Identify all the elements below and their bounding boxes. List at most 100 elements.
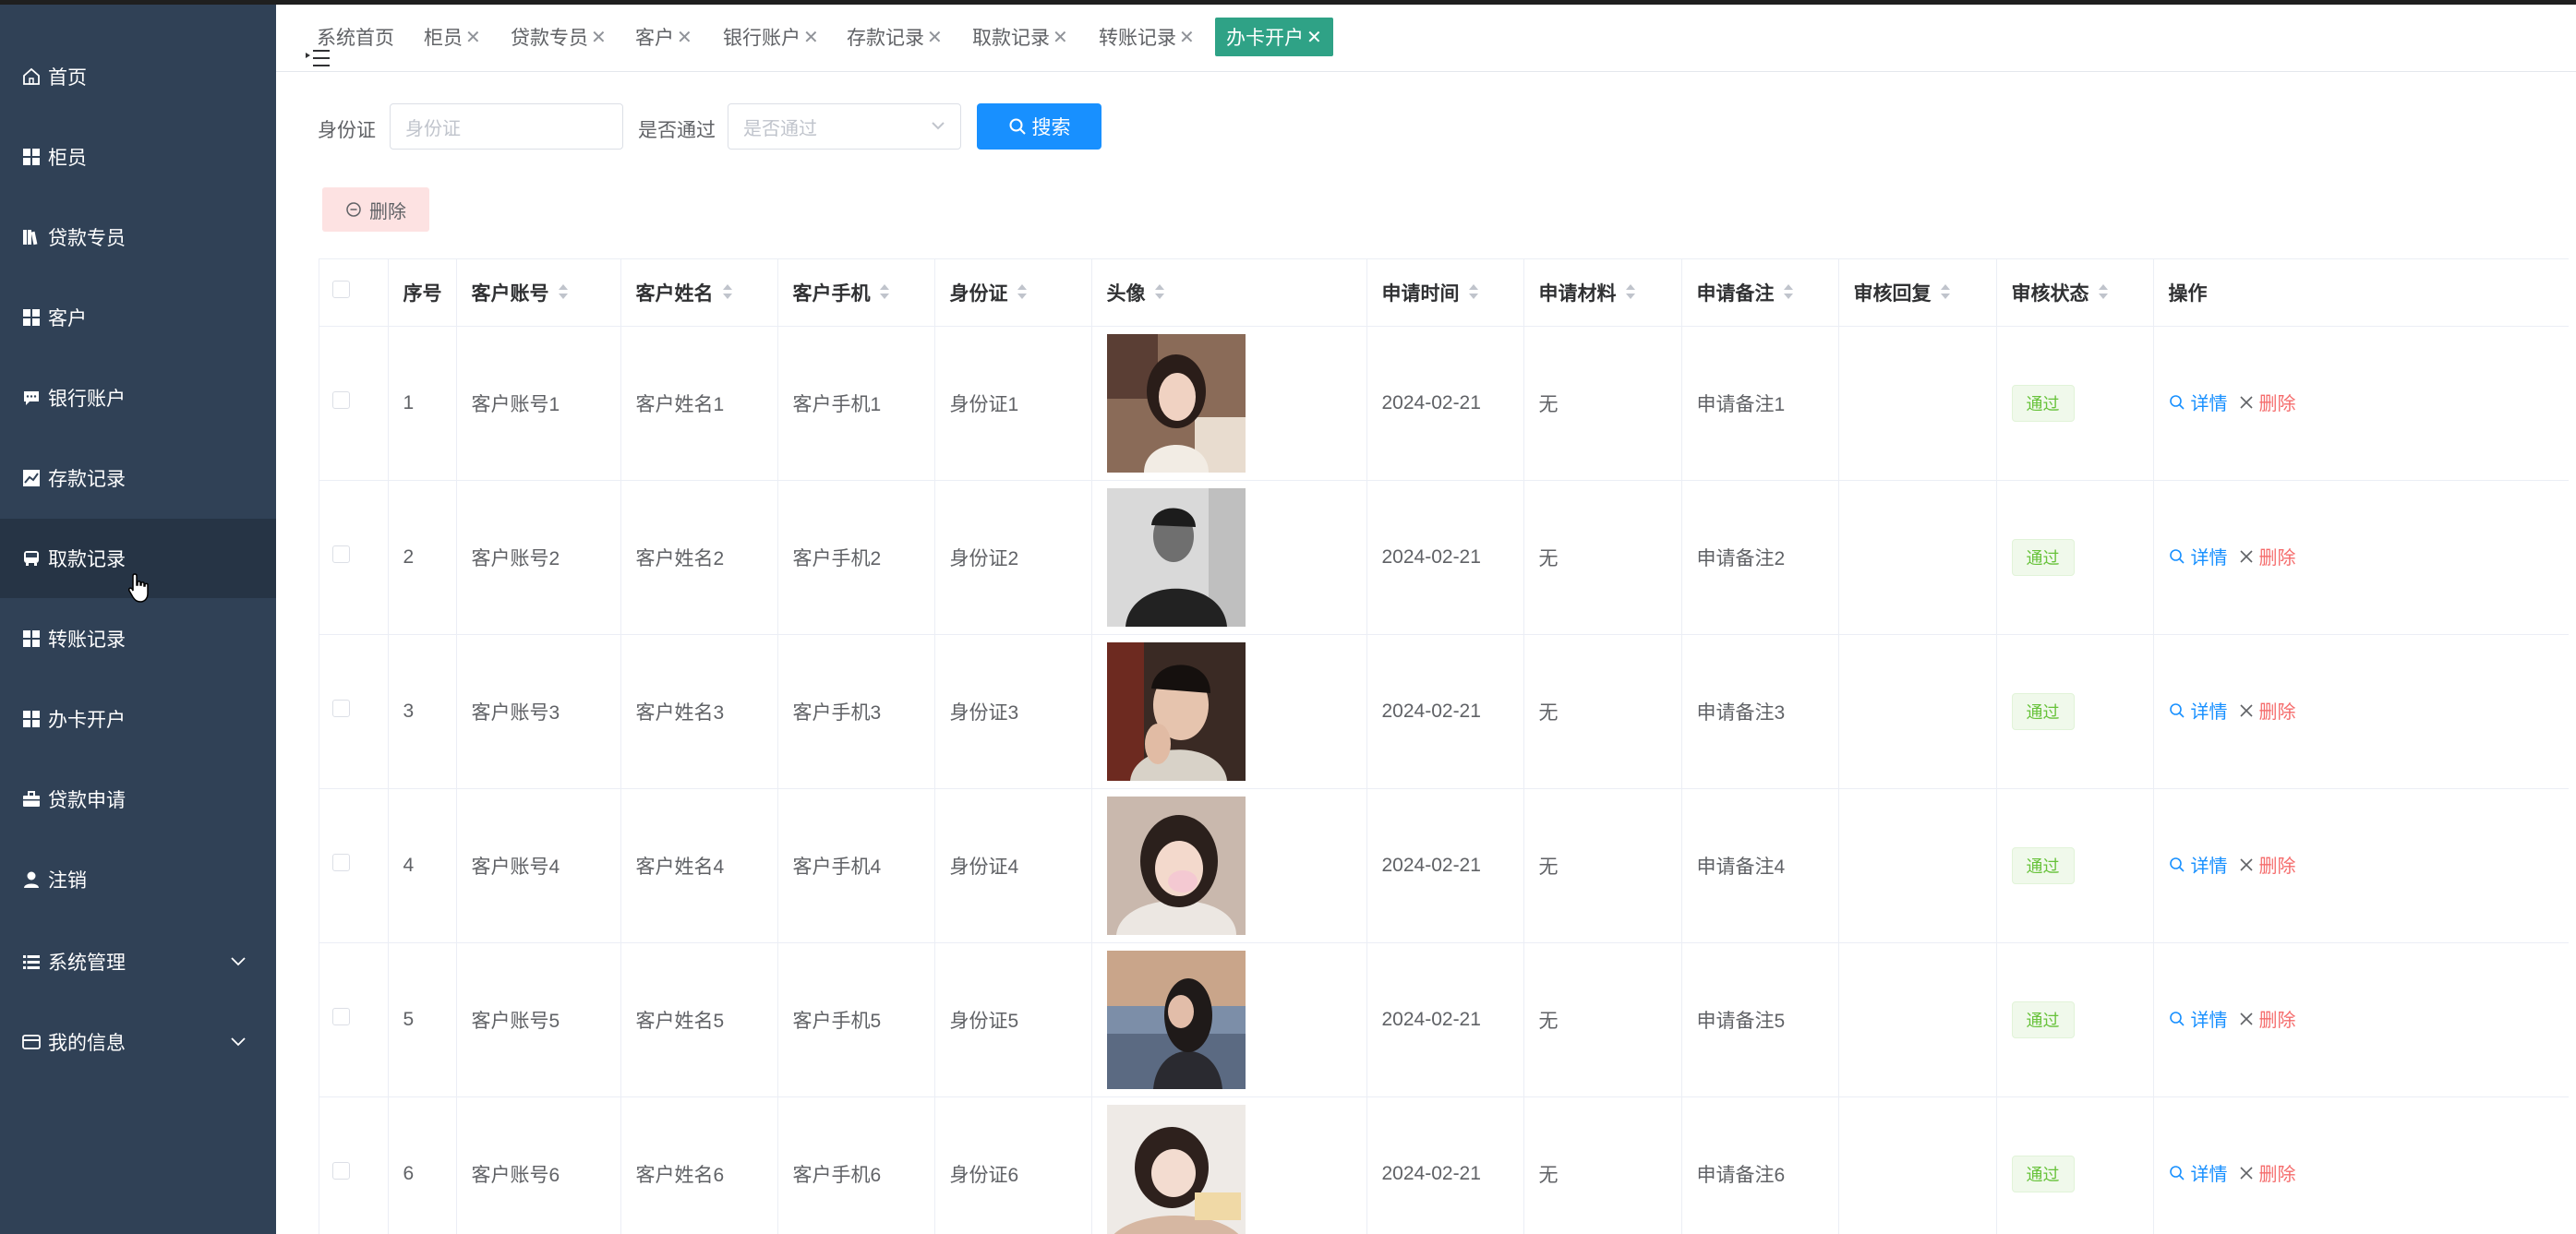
tab-7[interactable]: 取款记录 ✕ [972, 18, 1068, 56]
detail-button[interactable]: 详情 [2169, 543, 2228, 569]
sidebar-item-13[interactable]: 我的信息 [0, 1002, 276, 1082]
sidebar-item-9[interactable]: 办卡开户 [0, 679, 276, 759]
sort-icon[interactable] [557, 282, 570, 306]
chevron-down-icon [230, 1030, 247, 1052]
close-icon[interactable]: ✕ [803, 26, 819, 49]
delete-button[interactable]: 删除 [2239, 697, 2296, 724]
grid-icon [20, 306, 42, 329]
delete-button[interactable]: 删除 [2239, 1159, 2296, 1186]
tab-6[interactable]: 存款记录 ✕ [847, 18, 943, 56]
sidebar-item-5[interactable]: 银行账户 [0, 358, 276, 437]
sidebar-item-8[interactable]: 转账记录 [0, 599, 276, 678]
sidebar-item-1[interactable]: 首页 [0, 37, 276, 116]
row-checkbox[interactable] [332, 854, 350, 871]
sort-icon[interactable] [1153, 282, 1166, 306]
tab-9[interactable]: 办卡开户 ✕ [1215, 18, 1333, 56]
column-header[interactable]: 审核回复 [1838, 259, 1997, 327]
close-icon[interactable]: ✕ [677, 26, 692, 49]
cell-name: 客户姓名5 [620, 942, 778, 1097]
column-header[interactable]: 客户手机 [777, 259, 935, 327]
close-icon[interactable]: ✕ [1053, 26, 1068, 49]
tab-label: 办卡开户 [1226, 28, 1304, 49]
cell-reply [1838, 788, 1997, 943]
column-header[interactable]: 审核状态 [1996, 259, 2154, 327]
sort-icon[interactable] [1016, 282, 1029, 306]
cell-index: 2 [388, 480, 457, 635]
column-header[interactable]: 客户账号 [456, 259, 621, 327]
cell-phone: 客户手机2 [777, 480, 935, 635]
detail-button[interactable]: 详情 [2169, 1159, 2228, 1186]
sort-icon[interactable] [1467, 282, 1480, 306]
column-header[interactable]: 申请备注 [1681, 259, 1839, 327]
sidebar-item-4[interactable]: 客户 [0, 278, 276, 357]
search-button[interactable]: 搜索 [977, 103, 1101, 150]
sort-icon[interactable] [721, 282, 734, 306]
delete-label: 删除 [2258, 857, 2296, 877]
close-icon[interactable]: ✕ [927, 26, 943, 49]
column-header[interactable]: 客户姓名 [620, 259, 778, 327]
column-header[interactable]: 头像 [1091, 259, 1367, 327]
avatar[interactable] [1106, 487, 1366, 627]
row-checkbox[interactable] [332, 700, 350, 717]
detail-button[interactable]: 详情 [2169, 1005, 2228, 1032]
sort-icon[interactable] [1939, 282, 1952, 306]
avatar[interactable] [1106, 641, 1366, 781]
tab-2[interactable]: 柜员 ✕ [424, 18, 481, 56]
batch-delete-button[interactable]: 删除 [322, 187, 429, 232]
id-card-label: 身份证 [318, 120, 376, 141]
tab-1[interactable]: 系统首页 [317, 18, 394, 56]
column-header-label: 操作 [2168, 282, 2208, 305]
delete-button[interactable]: 删除 [2239, 1005, 2296, 1032]
select-all-checkbox[interactable] [332, 281, 350, 299]
close-icon[interactable]: ✕ [1306, 26, 1322, 49]
close-icon[interactable]: ✕ [591, 26, 607, 49]
table-row: 5 客户账号5 客户姓名5 客户手机5 身份证5 2024-02-21 无申请备注5 通过 详情… [319, 942, 2569, 1097]
avatar[interactable] [1106, 796, 1366, 935]
close-icon[interactable]: ✕ [465, 26, 481, 49]
sort-icon[interactable] [1624, 282, 1637, 306]
bus-icon [20, 547, 42, 569]
close-icon[interactable]: ✕ [1179, 26, 1195, 49]
cell-status: 通过 [1996, 634, 2154, 789]
row-checkbox[interactable] [332, 1162, 350, 1180]
column-header[interactable]: 身份证 [934, 259, 1092, 327]
cell-account: 客户账号5 [456, 942, 621, 1097]
pass-status-select[interactable]: 是否通过 [728, 103, 961, 150]
delete-button[interactable]: 删除 [2239, 543, 2296, 569]
column-header[interactable]: 申请材料 [1523, 259, 1682, 327]
sort-icon[interactable] [2097, 282, 2110, 306]
cell-status: 通过 [1996, 480, 2154, 635]
tab-8[interactable]: 转账记录 ✕ [1099, 18, 1195, 56]
avatar[interactable] [1106, 1104, 1366, 1234]
tab-3[interactable]: 贷款专员 ✕ [511, 18, 607, 56]
column-header-label: 客户手机 [792, 282, 871, 305]
detail-button[interactable]: 详情 [2169, 389, 2228, 415]
briefcase-icon [20, 788, 42, 810]
card-icon [20, 1031, 42, 1053]
row-checkbox[interactable] [332, 1008, 350, 1025]
id-card-input[interactable]: 身份证 [390, 103, 623, 150]
avatar[interactable] [1106, 950, 1366, 1089]
avatar[interactable] [1106, 333, 1366, 473]
delete-button[interactable]: 删除 [2239, 851, 2296, 878]
row-checkbox[interactable] [332, 391, 350, 409]
sidebar-item-12[interactable]: 系统管理 [0, 922, 276, 1001]
sidebar-item-3[interactable]: 贷款专员 [0, 198, 276, 277]
cell-account: 客户账号6 [456, 1096, 621, 1234]
row-select-cell [319, 634, 389, 789]
tab-5[interactable]: 银行账户 ✕ [723, 18, 819, 56]
sort-icon[interactable] [878, 282, 891, 306]
column-header[interactable]: 申请时间 [1366, 259, 1524, 327]
tab-4[interactable]: 客户 ✕ [635, 18, 692, 56]
table-row: 6 客户账号6 客户姓名6 客户手机6 身份证6 2024-02-21 无申请备注6 通过 详情… [319, 1096, 2569, 1234]
column-header-label: 客户姓名 [635, 282, 714, 305]
detail-button[interactable]: 详情 [2169, 697, 2228, 724]
sidebar-item-10[interactable]: 贷款申请 [0, 760, 276, 839]
sidebar-item-2[interactable]: 柜员 [0, 117, 276, 197]
detail-button[interactable]: 详情 [2169, 851, 2228, 878]
delete-button[interactable]: 删除 [2239, 389, 2296, 415]
sidebar-item-11[interactable]: 注销 [0, 840, 276, 919]
sidebar-item-6[interactable]: 存款记录 [0, 438, 276, 518]
row-checkbox[interactable] [332, 545, 350, 563]
sort-icon[interactable] [1782, 282, 1795, 306]
